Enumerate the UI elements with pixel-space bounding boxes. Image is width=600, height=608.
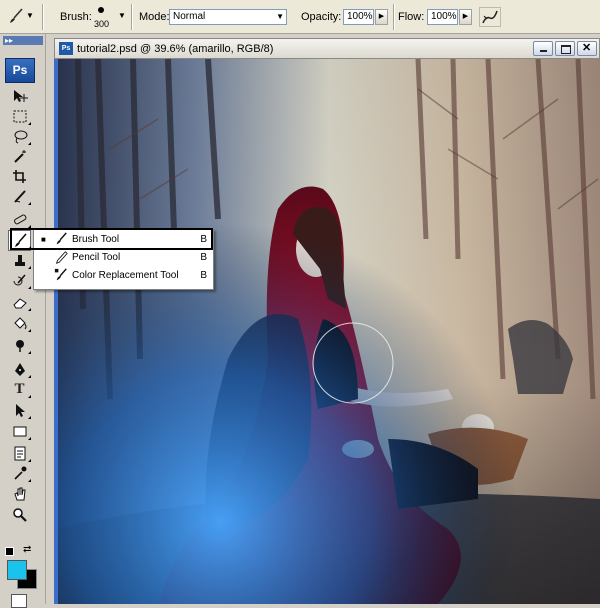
- brush-label: Brush:: [60, 11, 92, 23]
- close-button[interactable]: ✕: [577, 41, 597, 56]
- magic-wand-tool-icon[interactable]: [9, 147, 30, 166]
- close-icon: ✕: [582, 42, 592, 54]
- slice-tool-icon[interactable]: [9, 187, 31, 206]
- toolbox-grip[interactable]: ▸▸: [3, 36, 43, 45]
- type-tool-icon[interactable]: T: [9, 380, 31, 399]
- pen-tool-icon[interactable]: [9, 360, 31, 379]
- toolbox-panel: ▸▸ Ps T ⇄: [0, 34, 46, 608]
- flow-slider-button[interactable]: ▶: [459, 9, 472, 25]
- opacity-slider-button[interactable]: ▶: [375, 9, 388, 25]
- eraser-tool-icon[interactable]: [9, 293, 31, 312]
- mode-select-value: Normal: [173, 11, 206, 22]
- flyout-item-shortcut: B: [200, 270, 207, 281]
- path-selection-tool-icon[interactable]: [9, 401, 31, 420]
- flyout-item-label: Pencil Tool: [72, 252, 121, 263]
- eyedropper-tool-icon[interactable]: [9, 464, 31, 483]
- document-title: tutorial2.psd @ 39.6% (amarillo, RGB/8): [77, 43, 274, 55]
- notes-tool-icon[interactable]: [9, 444, 31, 463]
- hand-tool-icon[interactable]: [9, 485, 30, 504]
- mode-select[interactable]: Normal ▼: [169, 9, 287, 25]
- brush-preview-icon[interactable]: [98, 7, 104, 13]
- document-ps-icon: Ps: [59, 42, 73, 55]
- photoshop-logo[interactable]: Ps: [5, 58, 35, 83]
- flyout-item-pencil-tool[interactable]: Pencil Tool B: [34, 249, 213, 266]
- dodge-tool-icon[interactable]: [9, 336, 31, 355]
- crop-tool-icon[interactable]: [9, 167, 30, 186]
- opacity-label: Opacity:: [301, 11, 342, 23]
- tool-preset-dropdown-icon[interactable]: ▼: [26, 11, 34, 20]
- brush-picker-dropdown-icon[interactable]: ▼: [118, 11, 126, 20]
- quick-mask-icon[interactable]: [11, 594, 27, 608]
- maximize-icon: [561, 45, 571, 54]
- image-canvas[interactable]: [58, 59, 600, 604]
- maximize-button[interactable]: [555, 41, 575, 56]
- foreground-color-swatch[interactable]: [7, 560, 27, 580]
- artwork-image: [58, 59, 600, 604]
- zoom-tool-icon[interactable]: [9, 505, 30, 524]
- lasso-tool-icon[interactable]: [9, 127, 31, 146]
- flyout-item-label: Color Replacement Tool: [72, 270, 179, 281]
- brush-tool-highlight-outline: [10, 228, 213, 250]
- marquee-tool-icon[interactable]: [9, 107, 31, 126]
- paint-bucket-tool-icon[interactable]: [9, 314, 31, 333]
- options-bar: ▼ Brush: 300 ▼ Mode: Normal ▼ Opacity: 1…: [0, 0, 600, 34]
- swap-colors-icon[interactable]: ⇄: [23, 544, 31, 555]
- tool-preset-brush-icon[interactable]: [8, 8, 24, 27]
- flow-label: Flow:: [398, 11, 425, 23]
- clone-stamp-tool-icon[interactable]: [9, 251, 31, 270]
- airbrush-icon[interactable]: [479, 7, 501, 27]
- color-replacement-icon: [54, 268, 68, 288]
- opacity-input[interactable]: 100%: [343, 9, 374, 25]
- brush-size-value: 300: [94, 19, 110, 29]
- minimize-icon: [540, 50, 547, 52]
- flyout-item-color-replacement-tool[interactable]: Color Replacement Tool B: [34, 267, 213, 284]
- default-colors-icon[interactable]: [5, 547, 14, 556]
- history-brush-tool-icon[interactable]: [9, 271, 31, 290]
- move-tool-icon[interactable]: [9, 87, 30, 106]
- flow-input[interactable]: 100%: [427, 9, 458, 25]
- flyout-item-shortcut: B: [200, 252, 207, 263]
- minimize-button[interactable]: [533, 41, 553, 56]
- shape-tool-icon[interactable]: [9, 422, 31, 441]
- document-window: Ps tutorial2.psd @ 39.6% (amarillo, RGB/…: [54, 38, 600, 604]
- chevron-down-icon: ▼: [276, 12, 284, 21]
- mode-label: Mode:: [139, 11, 170, 23]
- flow-value: 100%: [431, 11, 457, 22]
- healing-brush-tool-icon[interactable]: [9, 210, 31, 229]
- document-title-bar[interactable]: Ps tutorial2.psd @ 39.6% (amarillo, RGB/…: [54, 38, 600, 59]
- opacity-value: 100%: [347, 11, 373, 22]
